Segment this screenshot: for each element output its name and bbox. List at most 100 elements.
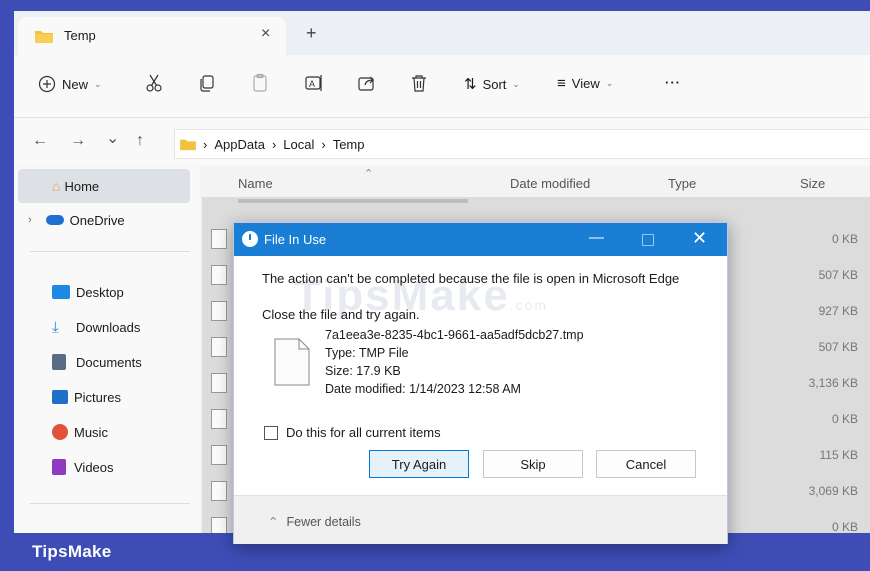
picture-icon	[52, 390, 68, 404]
sidebar-item-label: Music	[74, 424, 108, 440]
sidebar-item-onedrive[interactable]: › OneDrive	[14, 203, 200, 237]
dialog-message: The action can't be completed because th…	[262, 271, 680, 286]
sort-button[interactable]: ⇅ Sort ⌄	[464, 75, 520, 93]
up-arrow-icon[interactable]: ↑	[136, 132, 144, 150]
maximize-icon[interactable]	[642, 234, 654, 246]
checkbox-label: Do this for all current items	[286, 425, 441, 440]
column-date-modified[interactable]: Date modified	[510, 176, 590, 191]
file-size: 507 KB	[818, 340, 858, 354]
sidebar-item-home[interactable]: ⌂ Home	[18, 169, 190, 203]
file-size: 927 KB	[818, 304, 858, 318]
brand-logo-text: TipsMake	[32, 542, 112, 561]
view-button[interactable]: ≡ View ⌄	[557, 75, 613, 92]
column-type[interactable]: Type	[668, 176, 696, 191]
chevron-down-icon: ⌄	[512, 78, 520, 89]
file-icon	[211, 373, 227, 393]
tab-temp[interactable]: Temp ×	[18, 17, 286, 55]
view-label: View	[571, 76, 600, 91]
breadcrumb-temp[interactable]: Temp	[333, 137, 365, 152]
sidebar-item-label: Pictures	[74, 389, 121, 405]
table-row[interactable]	[202, 197, 870, 215]
file-size-detail: Size: 17.9 KB	[325, 364, 401, 378]
divider	[30, 251, 190, 252]
tab-close-icon[interactable]: ×	[261, 25, 270, 43]
share-icon[interactable]	[357, 73, 377, 93]
music-icon	[52, 424, 68, 440]
chevron-up-icon: ⌃	[268, 515, 279, 529]
chevron-down-icon: ⌄	[605, 78, 614, 88]
breadcrumb-local[interactable]: Local	[283, 137, 314, 152]
file-size: 0 KB	[831, 520, 858, 533]
sidebar-item-label: Videos	[74, 459, 114, 475]
file-icon	[211, 301, 227, 321]
apply-to-all-checkbox[interactable]: Do this for all current items	[264, 425, 441, 440]
checkbox-box[interactable]	[264, 425, 278, 440]
cut-icon[interactable]	[144, 73, 164, 93]
file-date-modified: Date modified: 1/14/2023 12:58 AM	[325, 382, 521, 396]
download-icon: ⤓	[52, 318, 59, 336]
file-size: 0 KB	[831, 412, 858, 426]
skip-button[interactable]: Skip	[483, 450, 583, 478]
tab-bar: Temp × +	[14, 11, 870, 55]
sort-indicator-icon: ⌃	[364, 168, 374, 180]
breadcrumb-separator: ›	[271, 136, 277, 152]
watermark-suffix: .com	[509, 297, 549, 313]
clock-icon	[242, 231, 258, 247]
rename-icon[interactable]: A	[304, 73, 324, 93]
file-icon	[211, 517, 227, 533]
sidebar-item-label: Documents	[76, 354, 142, 370]
file-name: 7a1eea3e-8235-4bc1-9661-aa5adf5dcb27.tmp	[325, 328, 584, 342]
fewer-details-toggle[interactable]: ⌃ Fewer details	[268, 514, 361, 529]
back-arrow-icon[interactable]: ←	[32, 132, 48, 150]
delete-icon[interactable]	[409, 73, 429, 93]
minimize-icon[interactable]: —	[589, 229, 604, 246]
file-size: 0 KB	[831, 232, 858, 246]
breadcrumb-appdata[interactable]: AppData	[214, 137, 265, 152]
svg-text:A: A	[309, 79, 315, 89]
cancel-button[interactable]: Cancel	[596, 450, 696, 478]
more-options-button[interactable]: ···	[665, 75, 681, 90]
new-button[interactable]: New ⌄	[38, 75, 102, 93]
file-icon	[211, 337, 227, 357]
sidebar-item-desktop[interactable]: Desktop 📌	[14, 275, 224, 309]
home-icon: ⌂	[52, 178, 61, 194]
divider	[30, 503, 190, 504]
file-type: Type: TMP File	[325, 346, 409, 360]
cloud-icon	[45, 215, 64, 225]
paste-icon[interactable]	[250, 73, 270, 93]
sidebar-item-label: Desktop	[76, 284, 124, 300]
fewer-details-label: Fewer details	[286, 515, 361, 529]
column-name[interactable]: Name	[238, 176, 273, 191]
dialog-footer: ⌃ Fewer details	[234, 495, 727, 544]
desktop-icon	[52, 285, 70, 299]
new-label: New	[62, 76, 89, 92]
address-bar-row: ← → ⌄ ↑ › AppData › Local › Temp	[14, 118, 870, 166]
sidebar-item-documents[interactable]: Documents 📌	[14, 345, 224, 379]
sort-label: Sort	[482, 76, 507, 92]
file-icon	[211, 229, 227, 249]
breadcrumb[interactable]: › AppData › Local › Temp	[174, 129, 870, 159]
sidebar-item-videos[interactable]: Videos 📌	[14, 450, 224, 484]
expand-chevron-icon: ›	[28, 214, 32, 226]
try-again-button[interactable]: Try Again	[369, 450, 469, 478]
sort-icon: ⇅	[464, 76, 477, 93]
breadcrumb-separator: ›	[203, 136, 208, 152]
sidebar-item-downloads[interactable]: ⤓ Downloads 📌	[14, 310, 224, 344]
dialog-title: File In Use	[264, 232, 327, 247]
close-icon[interactable]: ✕	[692, 228, 707, 249]
sidebar-item-music[interactable]: Music 📌	[14, 415, 224, 449]
file-icon	[274, 338, 310, 386]
copy-icon[interactable]	[197, 73, 217, 93]
forward-arrow-icon[interactable]: →	[70, 132, 86, 150]
sidebar-item-pictures[interactable]: Pictures 📌	[14, 380, 224, 414]
new-tab-button[interactable]: +	[306, 23, 317, 44]
recent-locations-icon[interactable]: ⌄	[106, 128, 119, 148]
file-size: 507 KB	[818, 268, 858, 282]
folder-icon	[35, 31, 53, 43]
dialog-title-bar[interactable]: File In Use — ✕	[234, 223, 727, 256]
file-icon	[211, 445, 227, 465]
sidebar-item-label: Home	[64, 178, 100, 194]
column-size[interactable]: Size	[800, 176, 825, 191]
sidebar-item-label: Downloads	[76, 319, 141, 335]
tab-title: Temp	[64, 28, 96, 43]
